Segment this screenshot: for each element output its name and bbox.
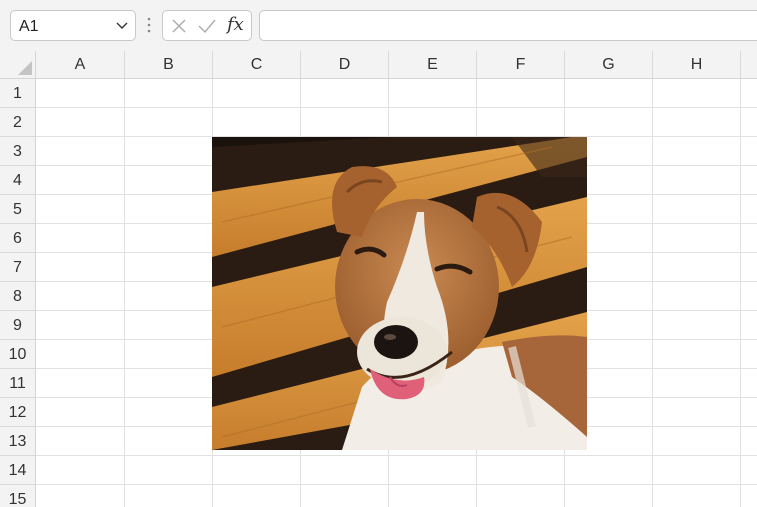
row-header-4[interactable]: 4 [0,166,36,195]
select-all-button[interactable] [0,51,36,79]
chevron-down-icon[interactable] [115,18,129,32]
gridline [652,79,653,507]
name-box[interactable]: A1 [10,10,136,41]
row-header-3[interactable]: 3 [0,137,36,166]
row-header-5[interactable]: 5 [0,195,36,224]
column-header-b[interactable]: B [125,51,213,79]
column-header-c[interactable]: C [213,51,301,79]
gridline [740,79,741,507]
inserted-picture-dog[interactable] [212,137,587,450]
worksheet-grid[interactable]: A B C D E F G H 1 2 3 4 5 6 7 8 9 10 11 … [0,51,757,507]
column-header-a[interactable]: A [36,51,125,79]
column-header-e[interactable]: E [389,51,477,79]
formula-buttons: fx [162,10,252,41]
column-header-h[interactable]: H [653,51,741,79]
row-header-9[interactable]: 9 [0,311,36,340]
column-header-g[interactable]: G [565,51,653,79]
row-header-1[interactable]: 1 [0,79,36,108]
column-header-d[interactable]: D [301,51,389,79]
formula-input[interactable] [259,10,757,41]
gridline [36,484,757,485]
dog-photo [212,137,587,450]
gridline [36,455,757,456]
row-header-13[interactable]: 13 [0,427,36,456]
more-options-icon[interactable] [146,16,152,34]
name-box-value: A1 [19,18,39,35]
column-header-i[interactable] [741,51,757,79]
row-header-15[interactable]: 15 [0,485,36,507]
gridline [124,79,125,507]
check-icon[interactable] [197,18,217,34]
cancel-icon[interactable] [171,18,187,34]
row-header-10[interactable]: 10 [0,340,36,369]
row-header-8[interactable]: 8 [0,282,36,311]
column-header-f[interactable]: F [477,51,565,79]
row-header-14[interactable]: 14 [0,456,36,485]
row-header-7[interactable]: 7 [0,253,36,282]
gridline [36,107,757,108]
row-header-11[interactable]: 11 [0,369,36,398]
row-header-2[interactable]: 2 [0,108,36,137]
row-header-12[interactable]: 12 [0,398,36,427]
insert-function-icon[interactable]: fx [227,14,244,35]
row-header-6[interactable]: 6 [0,224,36,253]
